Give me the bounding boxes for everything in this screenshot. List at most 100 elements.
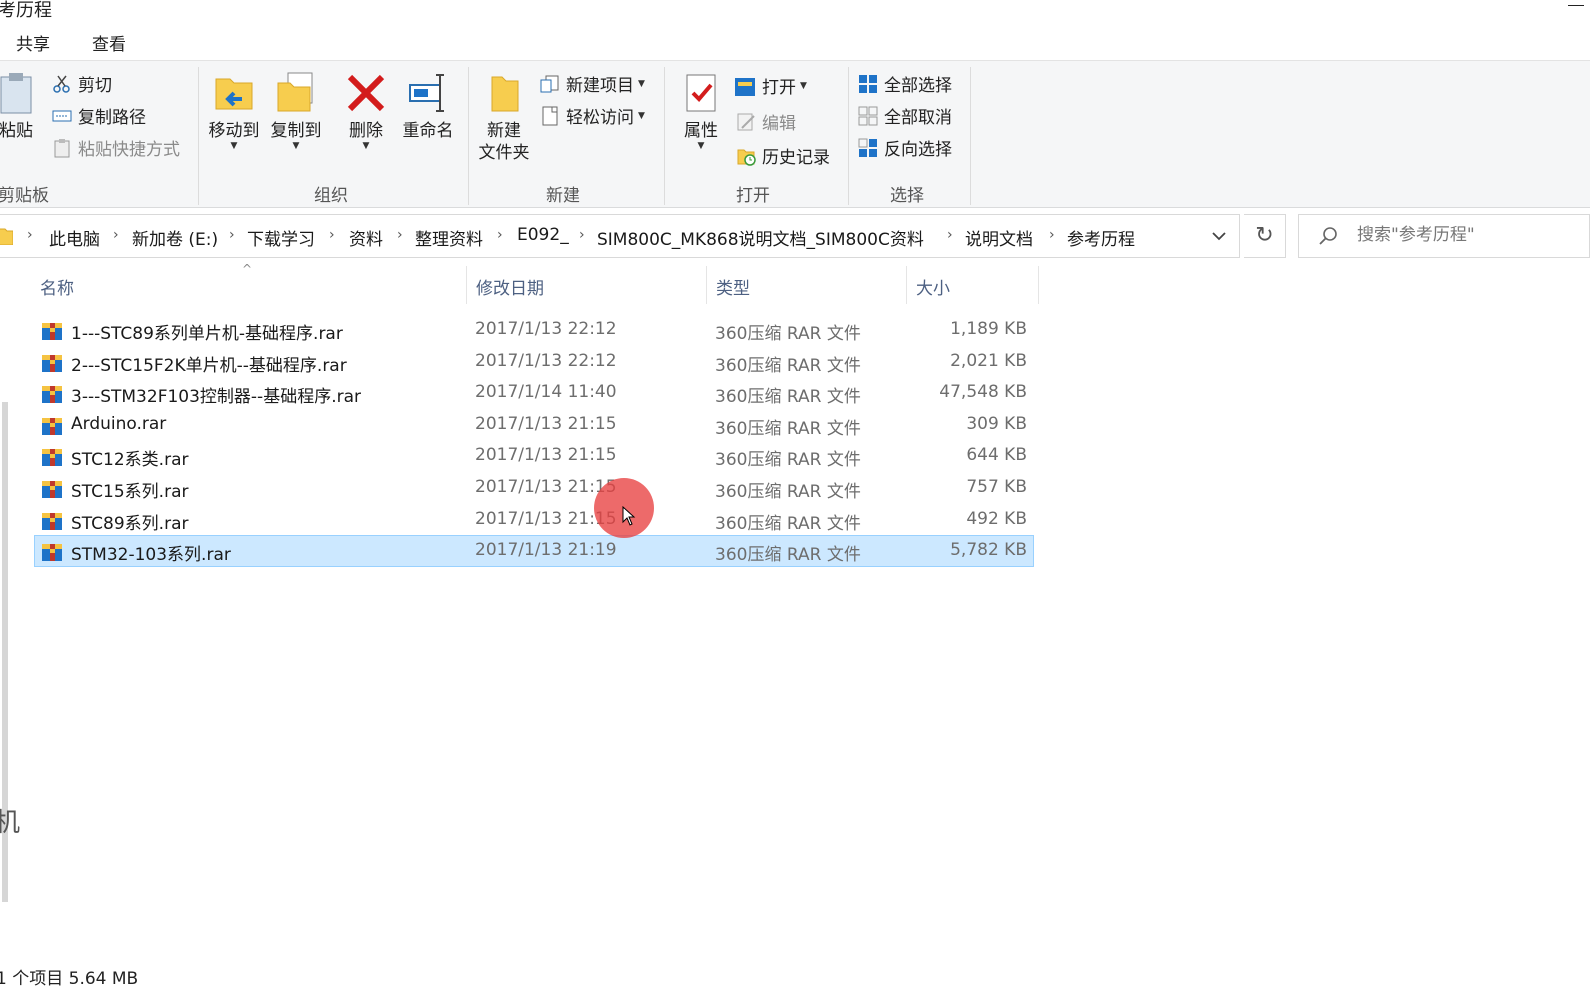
file-date: 2017/1/13 21:15 [475,476,617,497]
sort-ascending-icon: ^ [242,262,253,276]
invert-selection-button[interactable]: 反向选择 [858,135,952,160]
copy-to-label: 复制到 [270,121,322,141]
file-type: 360压缩 RAR 文件 [715,481,861,502]
file-row[interactable]: STC12系类.rar 2017/1/13 21:15 360压缩 RAR 文件 64… [34,440,1034,472]
copy-path-button[interactable]: 复制路径 [52,103,146,128]
column-header-size[interactable]: 大小 [916,274,950,299]
chevron-down-icon: ▼ [230,141,238,151]
open-label: 打开 [762,78,796,98]
file-type: 360压缩 RAR 文件 [715,450,861,471]
chevron-down-icon: ▼ [292,141,300,151]
breadcrumb-download-study[interactable]: 下载学习 [247,225,315,250]
rar-archive-icon [42,323,62,340]
paste-shortcut-button[interactable]: 粘贴快捷方式 [52,135,180,160]
breadcrumb-organized-materials[interactable]: 整理资料 [415,225,483,250]
file-row[interactable]: STC89系列.rar 2017/1/13 21:15 360压缩 RAR 文件 49… [34,504,1034,536]
chevron-right-icon: › [329,227,335,243]
file-row[interactable]: STM32-103系列.rar 2017/1/13 21:19 360压缩 RAR … [34,535,1034,567]
select-none-button[interactable]: 全部取消 [858,103,952,128]
properties-button[interactable]: 属性 ▼ [676,71,726,151]
breadcrumb-docs[interactable]: 说明文档 [965,225,1033,250]
mouse-pointer-icon [622,506,636,526]
column-divider[interactable] [466,266,467,304]
new-folder-button[interactable]: 新建 文件夹 [474,71,534,164]
file-name: STC12系类.rar [71,450,189,471]
column-divider[interactable] [906,266,907,304]
breadcrumb-reference-routines[interactable]: 参考历程 [1067,225,1135,250]
column-divider[interactable] [706,266,707,304]
file-row[interactable]: 2---STC15F2K单片机--基础程序.rar 2017/1/13 22:12… [34,346,1034,378]
copy-to-button[interactable]: 复制到 ▼ [266,71,326,151]
select-none-label: 全部取消 [884,108,952,128]
open-icon [734,76,756,96]
move-to-button[interactable]: 移动到 ▼ [204,71,264,151]
rename-button[interactable]: 重命名 [398,71,458,142]
chevron-right-icon: › [947,227,953,243]
select-all-button[interactable]: 全部选择 [858,71,952,96]
folder-icon [0,228,13,245]
breadcrumb-sim800c[interactable]: SIM800C_MK868说明文档_SIM800C资料 [597,225,924,250]
search-box[interactable] [1298,214,1590,258]
file-row[interactable]: 3---STM32F103控制器--基础程序.rar 2017/1/14 11:4… [34,377,1034,409]
address-row: › 此电脑 › 新加卷 (E:) › 下载学习 › 资料 › 整理资料 › E0… [0,212,1590,260]
rar-archive-icon [42,386,62,404]
new-group-label: 新建 [546,186,580,206]
move-to-label: 移动到 [208,121,260,141]
chevron-down-icon: ▼ [638,110,645,121]
chevron-right-icon: › [397,227,403,243]
file-type: 360压缩 RAR 文件 [715,418,861,439]
breadcrumb-this-pc[interactable]: 此电脑 [49,225,100,250]
file-type: 360压缩 RAR 文件 [715,324,861,344]
delete-button[interactable]: 删除 ▼ [340,71,392,151]
new-item-button[interactable]: 新建项目 ▼ [540,71,645,96]
breadcrumb-materials[interactable]: 资料 [349,225,383,250]
minimize-button[interactable] [1568,0,1584,10]
open-button[interactable]: 打开 ▼ [734,73,807,98]
cut-button[interactable]: 剪切 [52,71,112,96]
select-none-icon [858,106,878,126]
address-dropdown-button[interactable] [1207,223,1231,249]
file-type: 360压缩 RAR 文件 [715,387,861,408]
select-all-icon [858,74,878,94]
breadcrumb[interactable]: › 此电脑 › 新加卷 (E:) › 下载学习 › 资料 › 整理资料 › E0… [0,214,1240,258]
edit-button[interactable]: 编辑 [736,109,796,134]
ribbon-divider [970,67,971,205]
chevron-down-icon: ▼ [800,80,807,91]
history-button[interactable]: 历史记录 [736,143,830,168]
tab-share[interactable]: 共享 [16,30,50,55]
organize-group-label: 组织 [314,186,348,206]
file-size: 309 KB [966,413,1027,434]
file-date: 2017/1/13 21:15 [475,413,617,434]
chevron-right-icon: › [27,227,33,243]
easy-access-icon [540,106,560,126]
file-name: 2---STC15F2K单片机--基础程序.rar [71,355,347,376]
delete-icon [347,74,385,112]
column-divider[interactable] [1038,266,1039,304]
file-row[interactable]: Arduino.rar 2017/1/13 21:15 360压缩 RAR 文件 30… [34,409,1034,441]
column-header-name[interactable]: 名称 [40,274,74,299]
invert-selection-label: 反向选择 [884,140,952,160]
properties-icon [686,74,716,112]
tab-view[interactable]: 查看 [92,30,126,55]
file-row[interactable]: 1---STC89系列单片机-基础程序.rar 2017/1/13 22:12 36… [34,314,1034,346]
file-size: 492 KB [966,508,1027,529]
column-header-date[interactable]: 修改日期 [476,274,544,299]
file-name: Arduino.rar [71,413,167,434]
breadcrumb-drive-e[interactable]: 新加卷 (E:) [132,225,218,250]
column-header-type[interactable]: 类型 [716,274,750,299]
file-date: 2017/1/13 22:12 [475,350,617,371]
status-bar: 1 个项目 5.64 MB [0,960,1590,994]
file-type: 360压缩 RAR 文件 [715,513,861,534]
search-input[interactable] [1357,225,1577,245]
file-size: 2,021 KB [950,350,1027,371]
title-bar: 考历程 [0,0,1590,22]
select-group-label: 选择 [890,186,924,206]
easy-access-button[interactable]: 轻松访问 ▼ [540,103,645,128]
paste-button[interactable]: 粘贴 [0,71,36,142]
edit-icon [736,112,756,132]
nav-pane-fragment: 机 [0,808,21,838]
paste-label: 粘贴 [0,121,33,141]
file-row[interactable]: STC15系列.rar 2017/1/13 21:15 360压缩 RAR 文件 75… [34,472,1034,504]
breadcrumb-e092[interactable]: E092_ [517,225,569,245]
refresh-button[interactable]: ↻ [1244,214,1286,258]
